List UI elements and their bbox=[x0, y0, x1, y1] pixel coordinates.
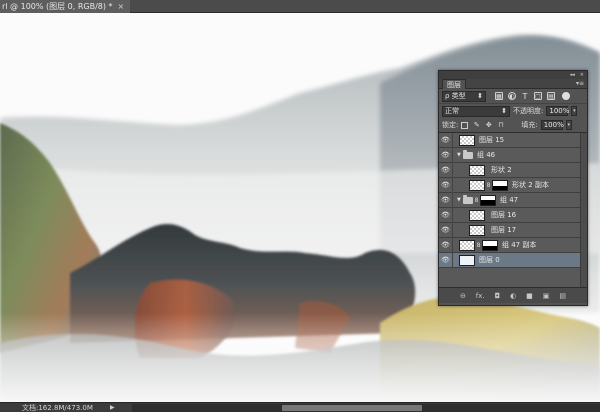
close-panel-icon[interactable]: × bbox=[580, 72, 584, 78]
link-chain-icon[interactable]: 8 bbox=[485, 182, 492, 189]
visibility-eye-icon[interactable]: 👁 bbox=[439, 177, 453, 193]
opacity-dropdown-icon[interactable]: ▾ bbox=[571, 106, 578, 116]
status-bar: 文档:162.8M/473.0M ▶ bbox=[0, 402, 600, 412]
mask-icon[interactable]: ◘ bbox=[495, 292, 501, 300]
layer-row-shape-2[interactable]: 👁 形状 2 bbox=[439, 162, 587, 178]
layer-name[interactable]: 组 46 bbox=[477, 150, 495, 160]
lock-transparency-icon[interactable] bbox=[461, 121, 469, 129]
filter-row: ρ 类型 ⬍ ▦ ◐ T ▢ ▤ bbox=[439, 89, 587, 104]
fill-label: 填充: bbox=[521, 121, 538, 129]
layers-list[interactable]: 👁 图层 15 👁 ▼ 组 46 👁 形状 2 👁 8 形状 2 副本 👁 ▼ … bbox=[439, 133, 587, 287]
layer-row-group-46[interactable]: 👁 ▼ 组 46 bbox=[439, 147, 587, 163]
visibility-eye-icon[interactable]: 👁 bbox=[439, 192, 453, 208]
layers-vertical-scrollbar[interactable] bbox=[580, 133, 587, 287]
adjustment-icon[interactable]: ◐ bbox=[510, 292, 516, 300]
fill-input[interactable]: 100% bbox=[540, 120, 564, 130]
new-layer-icon[interactable]: ▣ bbox=[543, 292, 550, 300]
fx-icon[interactable]: fx. bbox=[476, 292, 485, 300]
layer-thumbnail bbox=[469, 224, 485, 236]
status-menu-arrow-icon[interactable]: ▶ bbox=[110, 404, 120, 411]
layer-thumbnail bbox=[469, 164, 485, 176]
panel-footer: ⊖ fx. ◘ ◐ ■ ▣ ▤ bbox=[439, 287, 587, 303]
layer-name[interactable]: 形状 2 副本 bbox=[512, 180, 549, 190]
blend-mode-select[interactable]: 正常 ⬍ bbox=[442, 105, 510, 117]
layer-row-16[interactable]: 👁 图层 16 bbox=[439, 207, 587, 223]
document-tab-bar: rl @ 100% (图层 0, RGB/8) * × bbox=[0, 0, 600, 13]
fill-dropdown-icon[interactable]: ▾ bbox=[565, 120, 572, 130]
link-chain-icon[interactable]: 8 bbox=[473, 197, 480, 204]
lock-position-move-icon[interactable]: ✥ bbox=[485, 121, 492, 129]
group-folder-icon[interactable]: ■ bbox=[526, 292, 533, 300]
blend-row: 正常 ⬍ 不透明度: 100% ▾ bbox=[439, 104, 587, 118]
opacity-input[interactable]: 100% bbox=[546, 106, 569, 116]
panel-menu-icon[interactable]: ▾≡ bbox=[576, 80, 584, 87]
visibility-eye-icon[interactable]: 👁 bbox=[439, 133, 453, 148]
layer-row-15[interactable]: 👁 图层 15 bbox=[439, 133, 587, 148]
shape-filter-icon[interactable]: ▢ bbox=[534, 92, 542, 100]
collapse-panel-icon[interactable]: ◂◂ bbox=[570, 72, 575, 78]
horizontal-scrollbar[interactable] bbox=[132, 404, 600, 412]
filter-icons: ▦ ◐ T ▢ ▤ bbox=[495, 92, 555, 101]
layer-row-shape-2-copy[interactable]: 👁 8 形状 2 副本 bbox=[439, 177, 587, 193]
layer-mask-thumbnail[interactable] bbox=[492, 179, 508, 191]
chevron-down-icon: ⬍ bbox=[501, 106, 507, 115]
layer-name[interactable]: 形状 2 bbox=[491, 165, 512, 175]
document-tab[interactable]: rl @ 100% (图层 0, RGB/8) * × bbox=[0, 0, 131, 13]
layer-name[interactable]: 图层 0 bbox=[479, 255, 500, 265]
layer-thumbnail bbox=[459, 134, 475, 146]
blend-mode-value: 正常 bbox=[445, 106, 459, 115]
layer-row-0-selected[interactable]: 👁 图层 0 bbox=[439, 252, 587, 268]
visibility-eye-icon[interactable]: 👁 bbox=[439, 162, 453, 178]
document-size-info[interactable]: 文档:162.8M/473.0M bbox=[0, 403, 110, 412]
layer-name[interactable]: 组 47 副本 bbox=[502, 240, 536, 250]
lock-pixels-brush-icon[interactable]: ✎ bbox=[473, 121, 480, 129]
layer-row-group-47[interactable]: 👁 ▼ 8 组 47 bbox=[439, 192, 587, 208]
layer-row-group-47-copy[interactable]: 👁 8 组 47 副本 bbox=[439, 237, 587, 253]
group-mask-thumbnail[interactable] bbox=[480, 194, 496, 206]
panel-tab-bar: 图层 ▾≡ bbox=[439, 78, 587, 89]
layer-name[interactable]: 图层 17 bbox=[491, 225, 516, 235]
document-tab-title: rl @ 100% (图层 0, RGB/8) * bbox=[2, 2, 113, 11]
layer-name[interactable]: 组 47 bbox=[500, 195, 518, 205]
visibility-eye-icon[interactable]: 👁 bbox=[439, 252, 453, 268]
layer-thumbnail bbox=[469, 209, 485, 221]
visibility-eye-icon[interactable]: 👁 bbox=[439, 222, 453, 238]
visibility-eye-icon[interactable]: 👁 bbox=[439, 207, 453, 223]
link-icon[interactable]: ⊖ bbox=[460, 292, 466, 300]
layers-tab[interactable]: 图层 bbox=[442, 78, 466, 89]
close-tab-icon[interactable]: × bbox=[118, 0, 125, 13]
filter-kind-select[interactable]: ρ 类型 ⬍ bbox=[442, 90, 486, 102]
type-filter-icon[interactable]: T bbox=[521, 92, 529, 101]
visibility-eye-icon[interactable]: 👁 bbox=[439, 147, 453, 163]
layer-thumbnail bbox=[459, 239, 475, 251]
chevron-down-icon: ⬍ bbox=[477, 91, 483, 100]
image-filter-icon[interactable]: ▦ bbox=[495, 92, 503, 100]
trash-icon[interactable]: ▤ bbox=[559, 292, 566, 300]
group-folder-icon bbox=[463, 149, 473, 159]
layer-thumbnail bbox=[459, 254, 475, 266]
layer-thumbnail bbox=[469, 179, 485, 191]
lock-icons: ✎ ✥ ⊓ bbox=[461, 121, 504, 129]
lock-all-icon[interactable]: ⊓ bbox=[497, 121, 504, 129]
horizontal-scroll-thumb[interactable] bbox=[282, 405, 422, 411]
layer-name[interactable]: 图层 16 bbox=[491, 210, 516, 220]
filter-toggle-icon[interactable] bbox=[562, 92, 570, 100]
lock-row: 锁定: ✎ ✥ ⊓ 填充: 100% ▾ bbox=[439, 118, 587, 133]
opacity-label: 不透明度: bbox=[513, 107, 544, 115]
layer-mask-thumbnail[interactable] bbox=[482, 239, 498, 251]
smart-object-filter-icon[interactable]: ▤ bbox=[547, 92, 555, 100]
link-chain-icon[interactable]: 8 bbox=[475, 242, 482, 249]
group-folder-icon bbox=[463, 194, 473, 204]
visibility-eye-icon[interactable]: 👁 bbox=[439, 237, 453, 253]
layer-row-17[interactable]: 👁 图层 17 bbox=[439, 222, 587, 238]
layers-panel: ◂◂ × 图层 ▾≡ ρ 类型 ⬍ ▦ ◐ T ▢ ▤ 正常 ⬍ 不透明度: 1… bbox=[438, 70, 588, 306]
adjustment-filter-icon[interactable]: ◐ bbox=[508, 92, 516, 100]
layer-name[interactable]: 图层 15 bbox=[479, 135, 504, 145]
lock-label: 锁定: bbox=[442, 121, 459, 129]
filter-kind-label: ρ 类型 bbox=[445, 91, 466, 100]
